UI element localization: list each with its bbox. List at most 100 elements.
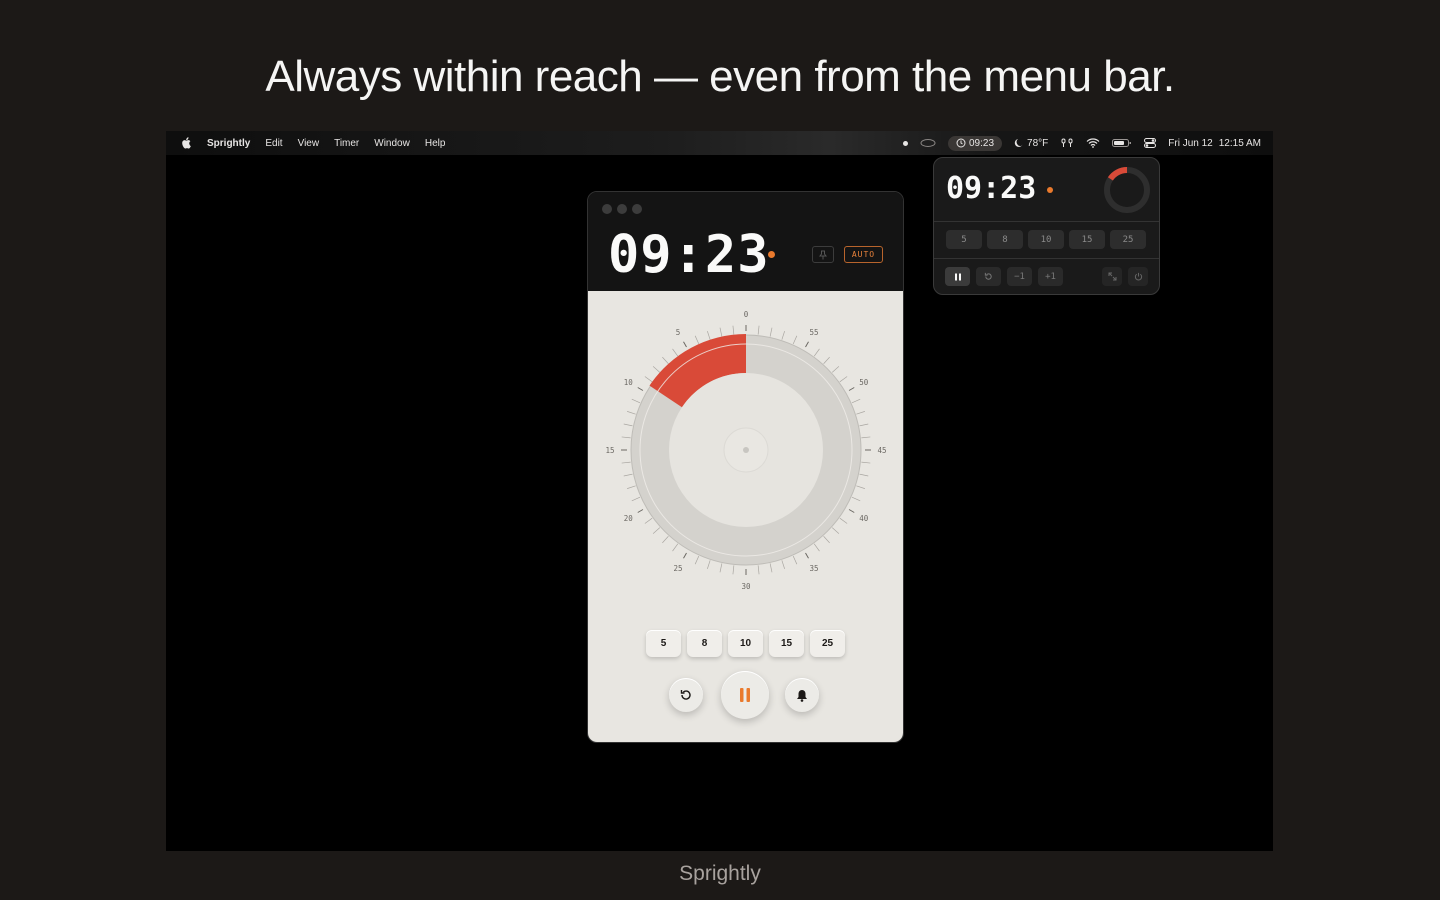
footer-app-name: Sprightly: [679, 862, 761, 885]
auto-button[interactable]: AUTO: [844, 246, 883, 263]
dial-tick: [694, 555, 700, 565]
dial-tick: [792, 555, 798, 565]
headline: Always within reach — even from the menu…: [265, 52, 1175, 101]
dial-label: 45: [877, 446, 886, 455]
dial-tick: [644, 517, 653, 524]
dial-label: 30: [741, 582, 751, 591]
dial-tick: [672, 543, 679, 552]
popover-preset-8[interactable]: 8: [987, 230, 1023, 249]
dial-tick: [851, 398, 861, 404]
dial-tick: [732, 325, 735, 335]
alarm-button[interactable]: [785, 678, 819, 712]
dial-tick: [757, 325, 760, 335]
zoom-window-button[interactable]: [632, 204, 642, 214]
menu-app-name[interactable]: Sprightly: [207, 138, 250, 149]
dial-tick: [683, 552, 687, 559]
popover-expand-button[interactable]: [1102, 267, 1122, 286]
dial-tick: [637, 509, 644, 513]
reset-icon: [680, 690, 691, 700]
battery-icon[interactable]: [1112, 138, 1132, 148]
timer-dial[interactable]: 0 5 10 15 20 25 30 35 40 45 50 55: [588, 291, 904, 611]
dial-tick: [719, 327, 723, 337]
dial-tick: [805, 552, 809, 559]
dial-tick: [707, 560, 711, 569]
reset-button[interactable]: [669, 678, 703, 712]
menu-timer[interactable]: Timer: [334, 138, 359, 149]
popover-time: 09:23: [946, 171, 1037, 206]
dial-label: 15: [605, 446, 614, 455]
timer-display: 09:23: [608, 225, 770, 285]
dial-tick: [652, 366, 661, 373]
preset-25-button[interactable]: 25: [810, 630, 845, 657]
menu-view[interactable]: View: [298, 138, 320, 149]
popover-reset-button[interactable]: [976, 267, 1001, 286]
dial-label: 40: [859, 514, 869, 523]
popover-progress-ring: [1104, 167, 1150, 213]
dial-tick: [627, 411, 636, 415]
airpods-icon[interactable]: [1060, 138, 1074, 148]
divider: [934, 258, 1159, 259]
menubar-timer-item[interactable]: 09:23: [948, 135, 1003, 151]
dial-tick: [621, 461, 631, 464]
dial-tick: [623, 423, 633, 427]
pause-icon: [740, 688, 750, 702]
dial-tick: [848, 387, 855, 391]
close-window-button[interactable]: [602, 204, 612, 214]
preset-5-button[interactable]: 5: [646, 630, 681, 657]
menu-window[interactable]: Window: [374, 138, 410, 149]
pause-button[interactable]: [721, 671, 769, 719]
dial-label: 25: [673, 564, 682, 573]
dial-tick: [831, 366, 840, 373]
cloud-icon[interactable]: [920, 138, 936, 148]
preset-10-button[interactable]: 10: [728, 630, 763, 657]
dial-tick: [813, 348, 820, 357]
dial-tick: [627, 485, 636, 489]
popover-plus-one-button[interactable]: +1: [1038, 267, 1063, 286]
dial-tick: [823, 356, 830, 365]
popover-preset-15[interactable]: 15: [1069, 230, 1105, 249]
dial-tick: [861, 436, 871, 439]
preset-8-button[interactable]: 8: [687, 630, 722, 657]
timer-popover: 09:23 5 8 10 15 25 −1 +1: [933, 157, 1160, 295]
dial-tick: [769, 327, 773, 337]
dial-tick: [757, 565, 760, 575]
dial-tick: [732, 565, 735, 575]
dial-tick: [707, 331, 711, 340]
weather-value: 78°F: [1027, 137, 1049, 149]
dial-tick: [662, 356, 669, 365]
popover-minus-one-button[interactable]: −1: [1007, 267, 1032, 286]
dial-tick: [769, 563, 773, 573]
wifi-icon[interactable]: [1086, 138, 1100, 148]
minimize-window-button[interactable]: [617, 204, 627, 214]
popover-preset-25[interactable]: 25: [1110, 230, 1146, 249]
pin-button[interactable]: [812, 246, 834, 263]
dial-tick: [859, 473, 869, 477]
popover-preset-10[interactable]: 10: [1028, 230, 1064, 249]
recording-dot-icon[interactable]: [903, 140, 908, 146]
weather-item[interactable]: 78°F: [1014, 138, 1048, 149]
control-center-icon[interactable]: [1144, 138, 1157, 148]
dial-tick: [831, 527, 840, 534]
menu-help[interactable]: Help: [425, 138, 446, 149]
dial-tick: [839, 376, 848, 383]
dial-tick: [644, 376, 653, 383]
preset-15-button[interactable]: 15: [769, 630, 804, 657]
timer-window: 09:23 AUTO 0 5 10 15 20 25 30 35 40 45 50 55 5 8: [587, 191, 904, 743]
dial-tick: [861, 461, 871, 464]
menubar-date[interactable]: Fri Jun 12: [1168, 138, 1212, 149]
menubar-clock[interactable]: 12:15 AM: [1219, 138, 1261, 149]
popover-preset-5[interactable]: 5: [946, 230, 982, 249]
timer-clock-icon: [956, 138, 966, 148]
menu-edit[interactable]: Edit: [265, 138, 282, 149]
dial-tick: [813, 543, 820, 552]
divider: [934, 221, 1159, 222]
dial-tick: [792, 335, 798, 345]
dial-tick: [839, 517, 848, 524]
dial-tick: [694, 335, 700, 345]
dial-tick: [851, 496, 861, 502]
dial-tick: [719, 563, 723, 573]
apple-icon[interactable]: [180, 137, 192, 149]
popover-pause-button[interactable]: [945, 267, 970, 286]
popover-quit-button[interactable]: [1128, 267, 1148, 286]
moon-icon: [1014, 138, 1024, 148]
